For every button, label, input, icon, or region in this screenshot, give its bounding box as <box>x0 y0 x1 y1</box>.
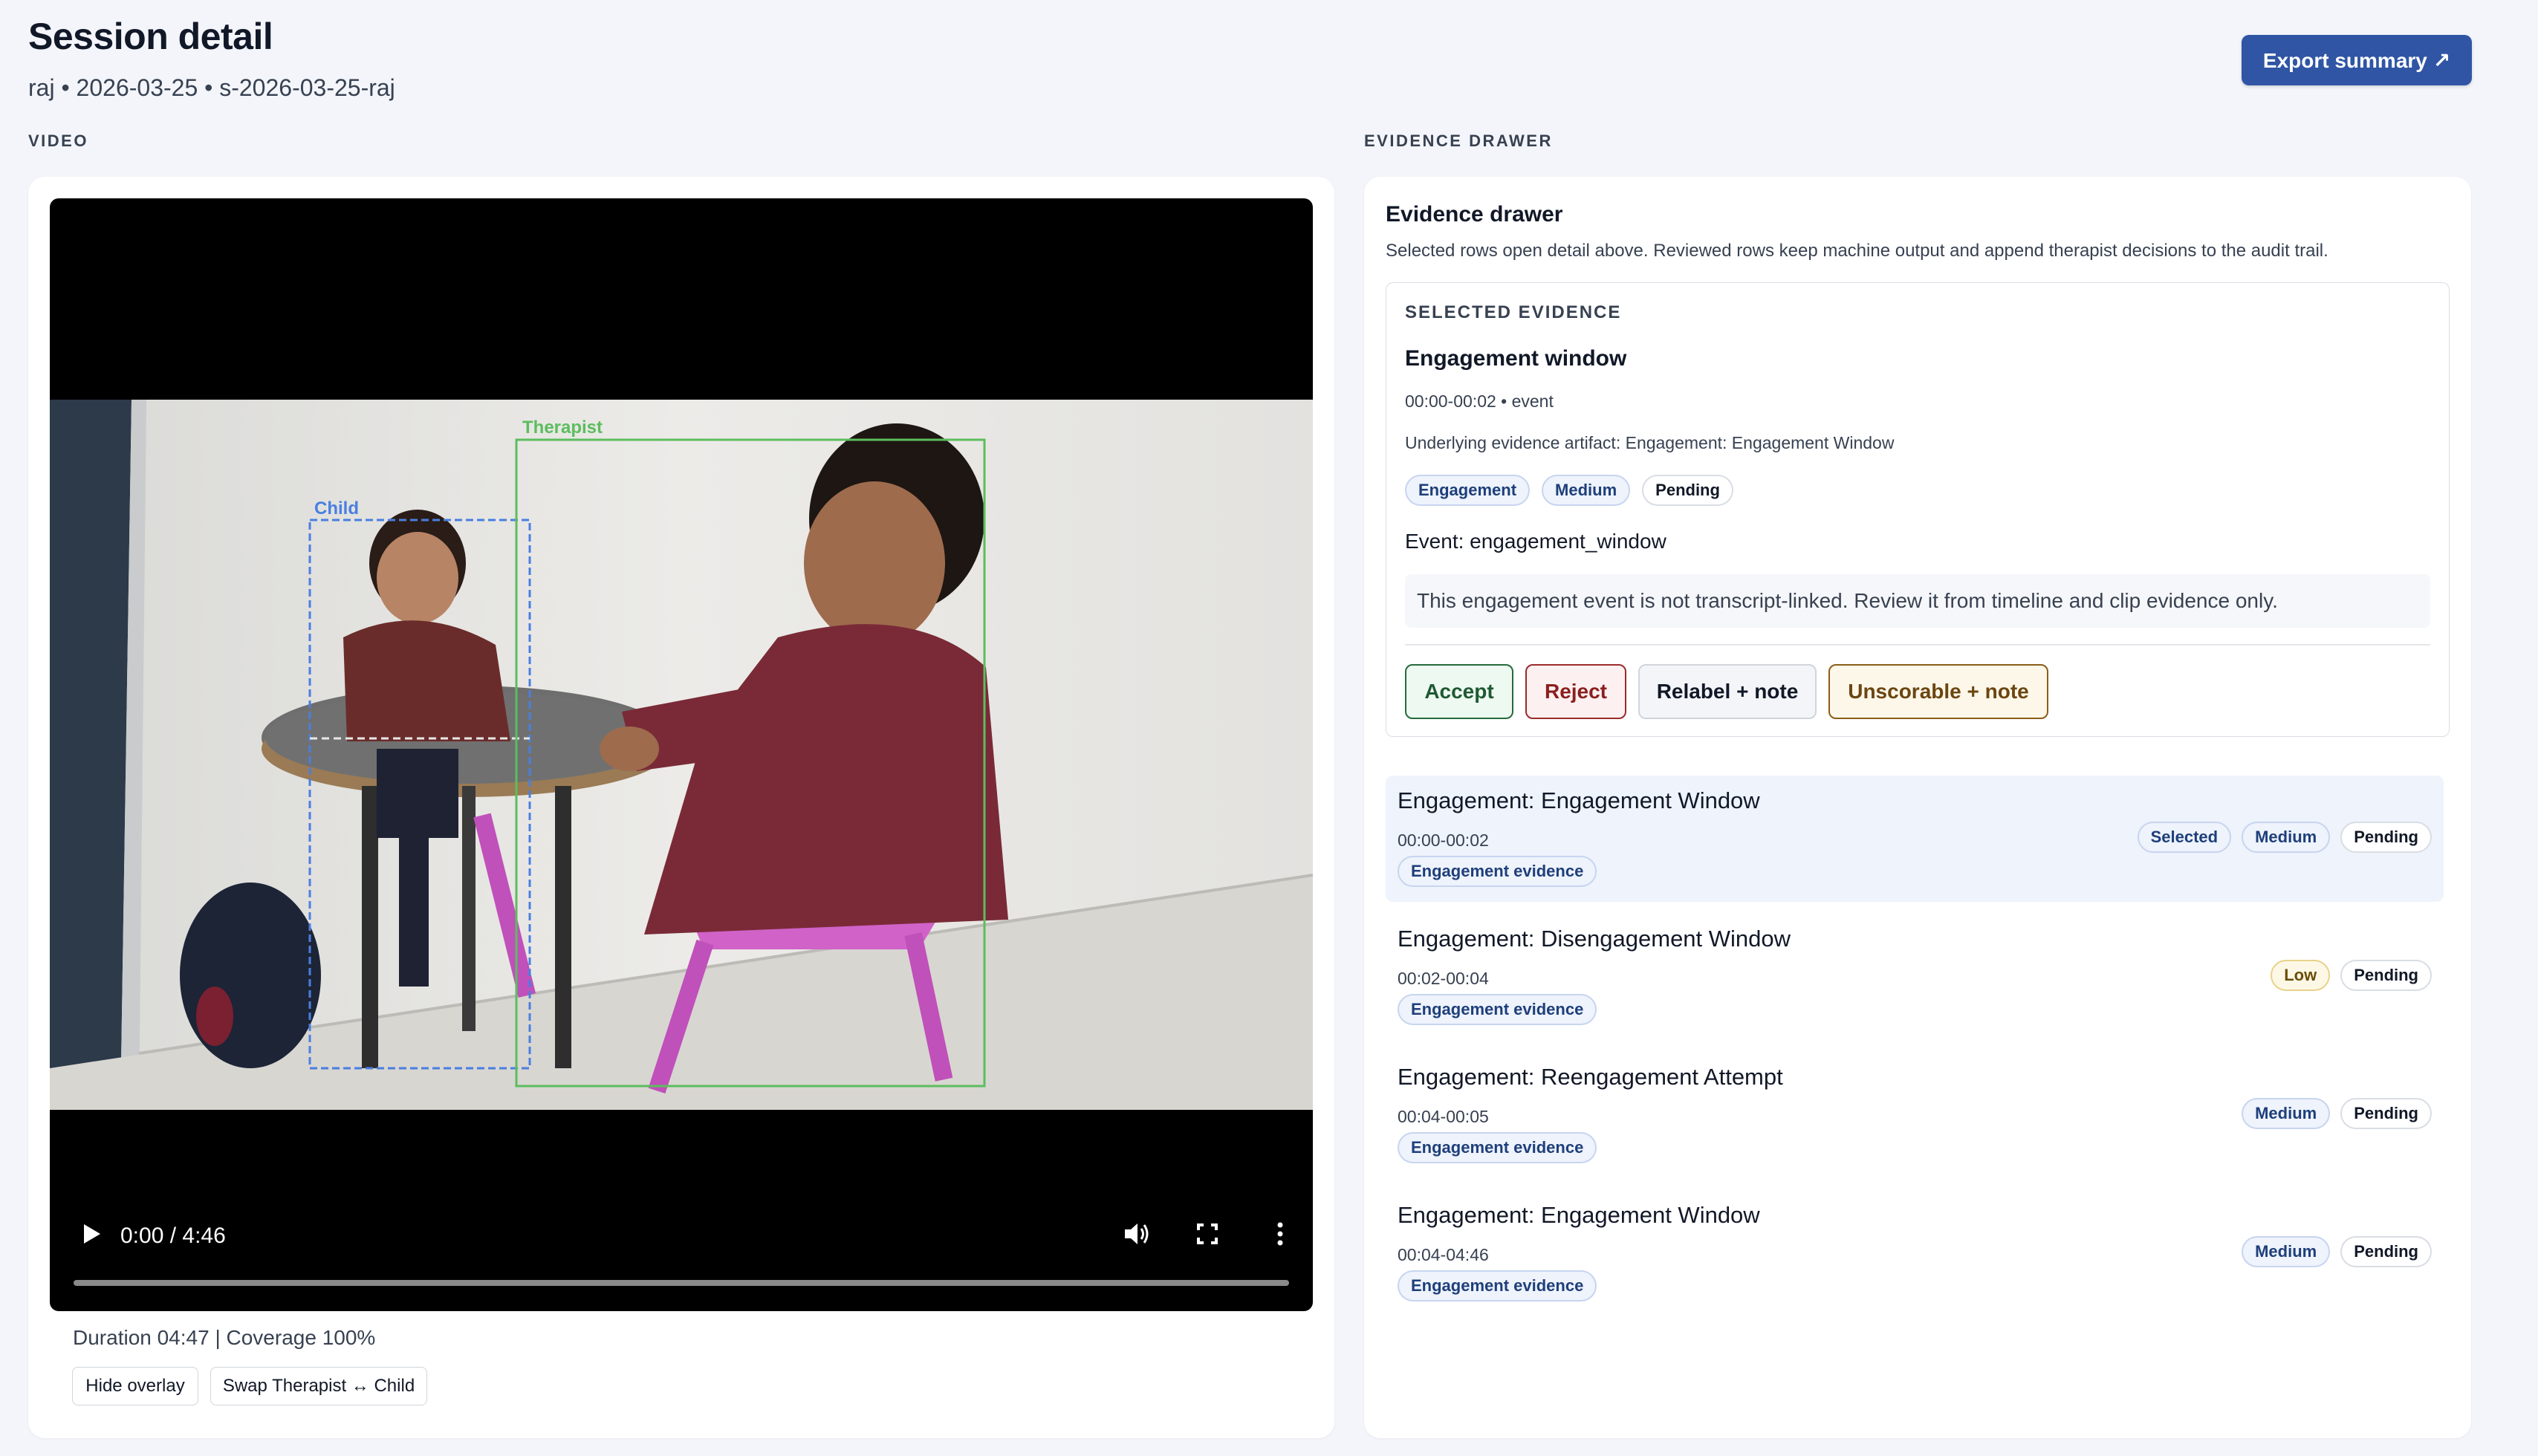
evidence-row-time: 00:04-04:46 <box>1398 1245 1489 1264</box>
evidence-type-tag: Engagement evidence <box>1398 1132 1597 1163</box>
selected-evidence-tags: Engagement Medium Pending <box>1405 475 1733 506</box>
selected-evidence-artifact: Underlying evidence artifact: Engagement… <box>1405 433 1895 452</box>
video-frame: Child Therapist <box>50 400 1313 1110</box>
confidence-badge: Medium <box>1542 475 1631 506</box>
evidence-row[interactable]: Engagement: Reengagement Attempt 00:04-0… <box>1386 1052 2444 1178</box>
status-badge: Pending <box>2340 1236 2432 1267</box>
video-progress-bar[interactable] <box>74 1280 1289 1286</box>
accept-button[interactable]: Accept <box>1405 664 1513 719</box>
video-section-label: VIDEO <box>28 131 88 150</box>
evidence-row-title: Engagement: Disengagement Window <box>1398 926 1791 952</box>
status-badge: Pending <box>1642 475 1733 506</box>
evidence-row-time: 00:00-00:02 <box>1398 831 1489 850</box>
evidence-row-badges: Medium Pending <box>2242 1098 2432 1129</box>
fullscreen-icon[interactable] <box>1192 1219 1222 1249</box>
more-vertical-icon[interactable] <box>1265 1219 1295 1249</box>
evidence-row-badges: Low Pending <box>2271 960 2432 991</box>
video-card: Child Therapist 0:00 / 4:46 Duration 04:… <box>28 177 1334 1438</box>
confidence-badge: Medium <box>2242 822 2331 853</box>
video-time: 0:00 / 4:46 <box>120 1223 226 1248</box>
evidence-row-badges: Medium Pending <box>2242 1236 2432 1267</box>
selected-evidence-panel: SELECTED EVIDENCE Engagement window 00:0… <box>1386 282 2450 737</box>
evidence-drawer-description: Selected rows open detail above. Reviewe… <box>1386 241 2328 261</box>
relabel-note-button[interactable]: Relabel + note <box>1638 664 1817 719</box>
swap-roles-button[interactable]: Swap Therapist ↔ Child <box>210 1367 427 1405</box>
selected-evidence-label: SELECTED EVIDENCE <box>1405 302 1622 322</box>
evidence-type-tag: Engagement evidence <box>1398 1270 1597 1301</box>
evidence-type-tag: Engagement evidence <box>1398 856 1597 887</box>
child-overlay-label: Child <box>314 498 359 519</box>
evidence-row[interactable]: Engagement: Disengagement Window 00:02-0… <box>1386 914 2444 1040</box>
video-controls: 0:00 / 4:46 <box>50 1186 1313 1311</box>
evidence-row-title: Engagement: Engagement Window <box>1398 1202 1760 1228</box>
selected-evidence-time: 00:00-00:02 • event <box>1405 391 1554 411</box>
evidence-row-time: 00:04-00:05 <box>1398 1107 1489 1126</box>
status-badge: Pending <box>2340 822 2432 853</box>
confidence-badge: Medium <box>2242 1236 2331 1267</box>
evidence-type-tag: Engagement evidence <box>1398 994 1597 1025</box>
evidence-row[interactable]: Engagement: Engagement Window 00:00-00:0… <box>1386 776 2444 902</box>
therapist-overlay-label: Therapist <box>522 417 603 438</box>
session-meta: raj • 2026-03-25 • s-2026-03-25-raj <box>28 74 395 101</box>
unscorable-note-button[interactable]: Unscorable + note <box>1828 664 2048 719</box>
divider <box>1405 644 2430 646</box>
volume-icon[interactable] <box>1121 1219 1151 1249</box>
selected-evidence-event: Event: engagement_window <box>1405 530 1666 553</box>
evidence-drawer-card: Evidence drawer Selected rows open detai… <box>1364 177 2471 1438</box>
transcript-notice: This engagement event is not transcript-… <box>1405 574 2430 628</box>
evidence-drawer-title: Evidence drawer <box>1386 202 1563 227</box>
selected-evidence-title: Engagement window <box>1405 346 1627 371</box>
category-badge: Engagement <box>1405 475 1531 506</box>
evidence-row-badges: Selected Medium Pending <box>2137 822 2432 853</box>
review-actions: Accept Reject Relabel + note Unscorable … <box>1405 664 2048 719</box>
status-badge: Pending <box>2340 1098 2432 1129</box>
confidence-badge: Low <box>2271 960 2331 991</box>
selected-badge: Selected <box>2137 822 2232 853</box>
evidence-row-title: Engagement: Reengagement Attempt <box>1398 1064 1783 1090</box>
confidence-badge: Medium <box>2242 1098 2331 1129</box>
reject-button[interactable]: Reject <box>1525 664 1626 719</box>
hide-overlay-button[interactable]: Hide overlay <box>72 1367 198 1405</box>
evidence-row[interactable]: Engagement: Engagement Window 00:04-04:4… <box>1386 1190 2444 1316</box>
evidence-row-time: 00:02-00:04 <box>1398 969 1489 988</box>
play-icon[interactable] <box>77 1219 106 1249</box>
page-title: Session detail <box>28 16 273 57</box>
video-player[interactable]: Child Therapist 0:00 / 4:46 <box>50 198 1313 1311</box>
evidence-row-title: Engagement: Engagement Window <box>1398 787 1760 813</box>
status-badge: Pending <box>2340 960 2432 991</box>
video-duration-coverage: Duration 04:47 | Coverage 100% <box>73 1326 376 1349</box>
export-summary-button[interactable]: Export summary ↗ <box>2242 35 2472 85</box>
evidence-section-label: EVIDENCE DRAWER <box>1364 131 1553 150</box>
